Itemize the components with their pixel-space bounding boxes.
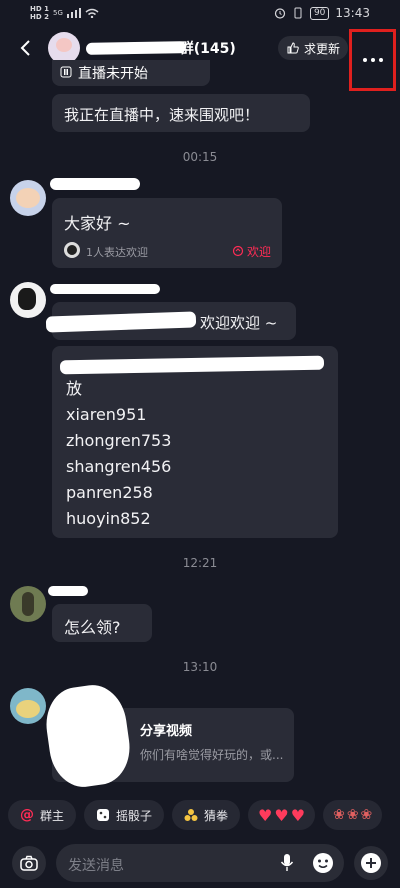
share-thumbnail-redaction <box>41 680 135 792</box>
flower-icon: ❀ <box>333 807 345 823</box>
at-icon: @ <box>20 807 34 823</box>
dice-label: 摇骰子 <box>116 808 153 823</box>
update-request-button[interactable]: 求更新 <box>278 36 349 60</box>
list-header-redaction <box>59 355 325 375</box>
heart-icon: ♥ <box>258 805 273 825</box>
list-line: xiaren951 <box>66 405 147 424</box>
message-text: 怎么领? <box>64 618 121 637</box>
share-video-card[interactable]: 分享视频 你们有啥觉得好玩的，或... <box>41 680 294 792</box>
network-label: 5G <box>52 9 63 17</box>
avatar[interactable] <box>10 180 46 216</box>
rps-label: 猜拳 <box>204 808 229 823</box>
plus-button[interactable] <box>354 846 388 880</box>
flower-icon: ❀ <box>346 807 359 823</box>
list-content: 放 xiaren951 zhongren753 shangren456 panr… <box>66 376 171 532</box>
message-text: 我正在直播中，速来围观吧！ <box>64 106 260 124</box>
status-bar: HD 1 HD 2 5G 90 13:43 <box>0 0 400 28</box>
dice-chip[interactable]: 摇骰子 <box>84 800 165 830</box>
wave-hand-icon <box>232 245 244 257</box>
group-title[interactable]: 1群(145) <box>170 38 236 58</box>
rps-chip[interactable]: 猜拳 <box>172 800 241 830</box>
heart-icon: ♥ <box>274 805 289 825</box>
signal-icon <box>66 8 81 18</box>
message-list[interactable]: 直播未开始 我正在直播中，速来围观吧！ 00:15 大家好 ~ 1人表达欢迎 欢… <box>0 60 400 796</box>
status-right: 90 13:43 <box>274 6 370 20</box>
battery-level: 90 <box>309 6 330 20</box>
message-input[interactable]: 发送消息 <box>56 844 344 882</box>
avatar[interactable] <box>10 586 46 622</box>
message-input-placeholder: 发送消息 <box>68 858 124 874</box>
dice-icon <box>97 809 110 821</box>
list-line: 放 <box>66 379 83 398</box>
sim1-label: HD 1 <box>30 5 49 13</box>
wifi-icon <box>85 8 99 18</box>
owner-chip[interactable]: @ 群主 <box>8 800 77 830</box>
update-label: 求更新 <box>304 41 341 56</box>
mention-redaction <box>45 311 197 333</box>
clock: 13:43 <box>335 6 370 20</box>
list-line: zhongren753 <box>66 431 172 450</box>
live-card-partial[interactable]: 直播未开始 <box>52 60 210 86</box>
quick-action-bar: @ 群主 摇骰子 猜拳 ♥ ♥ ♥ ❀ ❀ ❀ <box>0 800 400 834</box>
hearts-chip[interactable]: ♥ ♥ ♥ <box>248 800 316 830</box>
avatar[interactable] <box>10 282 46 318</box>
mic-icon[interactable] <box>280 853 294 873</box>
vibrate-icon <box>294 7 302 19</box>
timestamp: 00:15 <box>182 150 218 164</box>
reaction-avatar <box>64 242 80 258</box>
message-text: 欢迎欢迎 ~ <box>200 314 278 332</box>
message-bubble[interactable]: 我正在直播中，速来围观吧！ <box>52 94 310 132</box>
emoji-icon[interactable] <box>312 852 334 874</box>
message-bubble[interactable]: 欢迎欢迎 ~ <box>45 302 296 340</box>
share-description: 你们有啥觉得好玩的，或... <box>140 748 284 762</box>
list-line: panren258 <box>66 483 153 502</box>
reaction-welcome-button[interactable]: 欢迎 <box>247 243 271 260</box>
sender-name-redaction <box>48 586 88 596</box>
live-icon <box>60 66 72 78</box>
flower-icon: ❀ <box>360 807 373 823</box>
message-text: 大家好 ~ <box>64 214 131 233</box>
status-left: HD 1 HD 2 5G <box>30 5 99 21</box>
rps-icon <box>184 809 198 821</box>
alarm-icon <box>274 8 286 19</box>
list-line: huoyin852 <box>66 509 151 528</box>
avatar[interactable] <box>10 688 46 724</box>
timestamp: 12:21 <box>182 556 218 570</box>
input-bar: 发送消息 <box>0 840 400 888</box>
share-title: 分享视频 <box>140 724 193 739</box>
message-bubble[interactable]: 大家好 ~ 1人表达欢迎 欢迎 <box>52 198 282 268</box>
camera-icon <box>20 855 38 871</box>
live-card-title: 直播未开始 <box>78 66 148 82</box>
plus-icon <box>361 853 381 873</box>
message-bubble[interactable]: 怎么领? <box>52 604 152 642</box>
sender-name-redaction <box>50 284 160 294</box>
thumb-up-icon <box>287 42 299 54</box>
message-bubble[interactable]: 放 xiaren951 zhongren753 shangren456 panr… <box>52 346 338 538</box>
sender-name-redaction <box>50 178 140 190</box>
heart-icon: ♥ <box>290 805 306 825</box>
back-icon[interactable] <box>16 38 36 58</box>
list-line: shangren456 <box>66 457 172 476</box>
camera-button[interactable] <box>12 846 46 880</box>
sim2-label: HD 2 <box>30 13 49 21</box>
reaction-count: 1人表达欢迎 <box>86 246 148 259</box>
timestamp: 13:10 <box>182 660 218 674</box>
flowers-chip[interactable]: ❀ ❀ ❀ <box>323 800 383 830</box>
owner-label: 群主 <box>40 808 65 823</box>
